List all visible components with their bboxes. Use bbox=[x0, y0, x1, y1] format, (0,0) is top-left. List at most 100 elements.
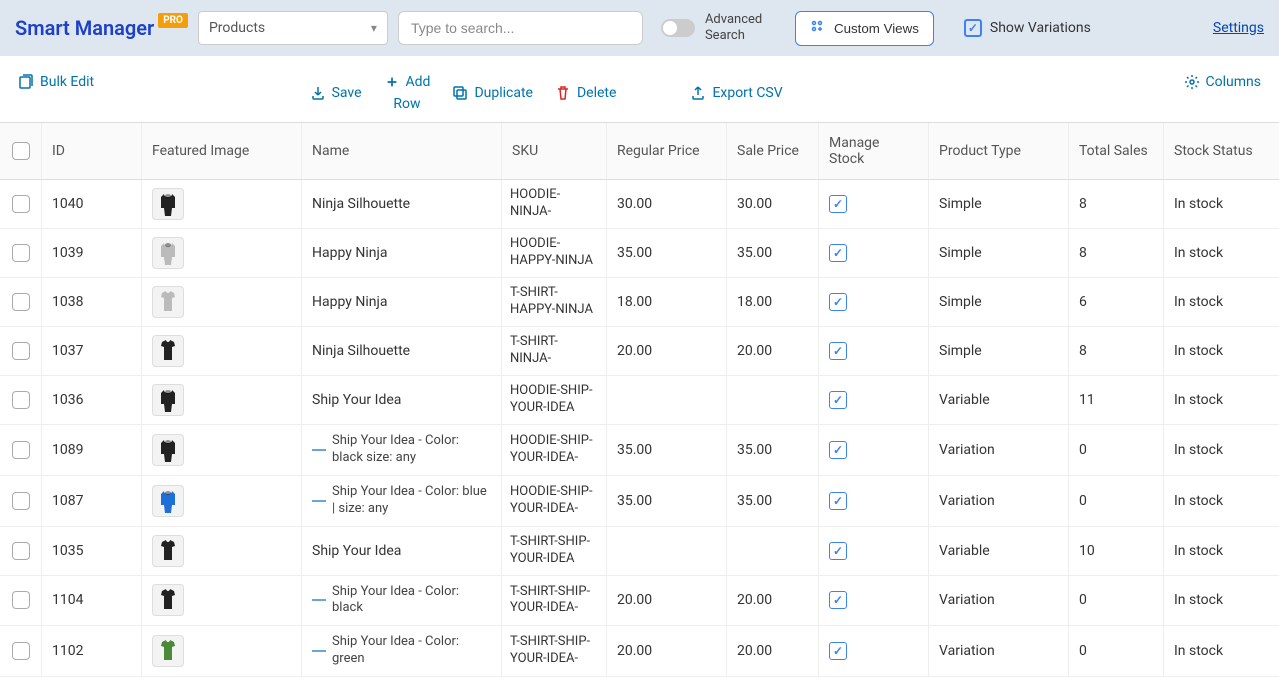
sale-price-cell[interactable]: 20.00 bbox=[727, 576, 819, 626]
stock-status-cell[interactable]: In stock bbox=[1164, 476, 1274, 526]
regular-price-cell[interactable]: 20.00 bbox=[607, 576, 727, 626]
product-type-cell[interactable]: Variation bbox=[929, 476, 1069, 526]
header-regular-price[interactable]: Regular Price bbox=[607, 123, 727, 179]
product-type-cell[interactable]: Variable bbox=[929, 376, 1069, 424]
regular-price-cell[interactable]: 35.00 bbox=[607, 476, 727, 526]
product-type-cell[interactable]: Simple bbox=[929, 327, 1069, 375]
regular-price-cell[interactable]: 20.00 bbox=[607, 626, 727, 676]
regular-price-cell[interactable]: 20.00 bbox=[607, 327, 727, 375]
delete-button[interactable]: Delete bbox=[555, 74, 616, 112]
total-sales-cell[interactable]: 8 bbox=[1069, 229, 1164, 277]
sku-cell[interactable]: T-SHIRT-NINJA- bbox=[502, 327, 607, 375]
id-cell[interactable]: 1036 bbox=[42, 376, 142, 424]
manage-stock-cell[interactable]: ✓ bbox=[819, 425, 929, 475]
featured-image-cell[interactable] bbox=[142, 376, 302, 424]
custom-views-button[interactable]: Custom Views bbox=[795, 11, 934, 46]
duplicate-button[interactable]: Duplicate bbox=[452, 74, 533, 112]
name-cell[interactable]: Ship Your Idea - Color: black bbox=[302, 576, 502, 626]
bulk-edit-button[interactable]: Bulk Edit bbox=[18, 74, 94, 90]
sku-cell[interactable]: HOODIE-SHIP-YOUR-IDEA- bbox=[502, 425, 607, 475]
header-manage-stock[interactable]: Manage Stock bbox=[819, 123, 929, 179]
product-type-cell[interactable]: Variation bbox=[929, 576, 1069, 626]
name-cell[interactable]: Ninja Silhouette bbox=[302, 327, 502, 375]
featured-image-cell[interactable] bbox=[142, 180, 302, 228]
add-row-button[interactable]: Add Row bbox=[384, 74, 431, 112]
manage-stock-cell[interactable]: ✓ bbox=[819, 278, 929, 326]
export-csv-button[interactable]: Export CSV bbox=[690, 74, 782, 112]
row-checkbox[interactable] bbox=[12, 591, 30, 609]
table-row[interactable]: 1035Ship Your IdeaT-SHIRT-SHIP-YOUR-IDEA… bbox=[0, 527, 1279, 576]
table-row[interactable]: 1089 Ship Your Idea - Color: black size: … bbox=[0, 425, 1279, 476]
table-row[interactable]: 1102 Ship Your Idea - Color: greenT-SHIRT… bbox=[0, 626, 1279, 677]
sku-cell[interactable]: T-SHIRT-SHIP-YOUR-IDEA- bbox=[502, 576, 607, 626]
regular-price-cell[interactable] bbox=[607, 376, 727, 424]
id-cell[interactable]: 1038 bbox=[42, 278, 142, 326]
sale-price-cell[interactable]: 18.00 bbox=[727, 278, 819, 326]
sku-cell[interactable]: T-SHIRT-SHIP-YOUR-IDEA- bbox=[502, 626, 607, 676]
id-cell[interactable]: 1089 bbox=[42, 425, 142, 475]
manage-stock-cell[interactable]: ✓ bbox=[819, 180, 929, 228]
id-cell[interactable]: 1040 bbox=[42, 180, 142, 228]
total-sales-cell[interactable]: 11 bbox=[1069, 376, 1164, 424]
name-cell[interactable]: Happy Ninja bbox=[302, 278, 502, 326]
header-id[interactable]: ID bbox=[42, 123, 142, 179]
total-sales-cell[interactable]: 8 bbox=[1069, 327, 1164, 375]
featured-image-cell[interactable] bbox=[142, 476, 302, 526]
row-checkbox[interactable] bbox=[12, 441, 30, 459]
save-button[interactable]: Save bbox=[310, 74, 362, 112]
product-type-cell[interactable]: Variation bbox=[929, 425, 1069, 475]
sku-cell[interactable]: HOODIE-NINJA- bbox=[502, 180, 607, 228]
manage-stock-checkbox[interactable]: ✓ bbox=[829, 342, 847, 360]
stock-status-cell[interactable]: In stock bbox=[1164, 425, 1274, 475]
manage-stock-cell[interactable]: ✓ bbox=[819, 327, 929, 375]
sku-cell[interactable]: HOODIE-HAPPY-NINJA bbox=[502, 229, 607, 277]
total-sales-cell[interactable]: 8 bbox=[1069, 180, 1164, 228]
name-cell[interactable]: Ship Your Idea - Color: blue | size: any bbox=[302, 476, 502, 526]
manage-stock-cell[interactable]: ✓ bbox=[819, 476, 929, 526]
id-cell[interactable]: 1104 bbox=[42, 576, 142, 626]
table-row[interactable]: 1039Happy NinjaHOODIE-HAPPY-NINJA35.0035… bbox=[0, 229, 1279, 278]
row-checkbox[interactable] bbox=[12, 342, 30, 360]
stock-status-cell[interactable]: In stock bbox=[1164, 626, 1274, 676]
featured-image-cell[interactable] bbox=[142, 425, 302, 475]
sale-price-cell[interactable]: 20.00 bbox=[727, 626, 819, 676]
sku-cell[interactable]: T-SHIRT-HAPPY-NINJA bbox=[502, 278, 607, 326]
manage-stock-checkbox[interactable]: ✓ bbox=[829, 293, 847, 311]
name-cell[interactable]: Ninja Silhouette bbox=[302, 180, 502, 228]
name-cell[interactable]: Ship Your Idea - Color: green bbox=[302, 626, 502, 676]
name-cell[interactable]: Ship Your Idea bbox=[302, 527, 502, 575]
stock-status-cell[interactable]: In stock bbox=[1164, 576, 1274, 626]
sale-price-cell[interactable] bbox=[727, 376, 819, 424]
settings-link[interactable]: Settings bbox=[1213, 20, 1264, 36]
row-checkbox[interactable] bbox=[12, 642, 30, 660]
featured-image-cell[interactable] bbox=[142, 626, 302, 676]
featured-image-cell[interactable] bbox=[142, 229, 302, 277]
sale-price-cell[interactable]: 20.00 bbox=[727, 327, 819, 375]
stock-status-cell[interactable]: In stock bbox=[1164, 527, 1274, 575]
name-cell[interactable]: Ship Your Idea - Color: black size: any bbox=[302, 425, 502, 475]
manage-stock-checkbox[interactable]: ✓ bbox=[829, 195, 847, 213]
manage-stock-cell[interactable]: ✓ bbox=[819, 626, 929, 676]
manage-stock-checkbox[interactable]: ✓ bbox=[829, 391, 847, 409]
row-checkbox[interactable] bbox=[12, 391, 30, 409]
product-type-cell[interactable]: Variable bbox=[929, 527, 1069, 575]
sale-price-cell[interactable]: 35.00 bbox=[727, 476, 819, 526]
name-cell[interactable]: Ship Your Idea bbox=[302, 376, 502, 424]
manage-stock-checkbox[interactable]: ✓ bbox=[829, 492, 847, 510]
table-row[interactable]: 1036Ship Your IdeaHOODIE-SHIP-YOUR-IDEA✓… bbox=[0, 376, 1279, 425]
manage-stock-checkbox[interactable]: ✓ bbox=[829, 642, 847, 660]
name-cell[interactable]: Happy Ninja bbox=[302, 229, 502, 277]
product-type-cell[interactable]: Simple bbox=[929, 229, 1069, 277]
id-cell[interactable]: 1035 bbox=[42, 527, 142, 575]
sale-price-cell[interactable]: 35.00 bbox=[727, 425, 819, 475]
manage-stock-cell[interactable]: ✓ bbox=[819, 576, 929, 626]
regular-price-cell[interactable]: 35.00 bbox=[607, 425, 727, 475]
total-sales-cell[interactable]: 10 bbox=[1069, 527, 1164, 575]
regular-price-cell[interactable]: 18.00 bbox=[607, 278, 727, 326]
select-all-checkbox[interactable] bbox=[12, 142, 30, 160]
sale-price-cell[interactable] bbox=[727, 527, 819, 575]
featured-image-cell[interactable] bbox=[142, 278, 302, 326]
sale-price-cell[interactable]: 35.00 bbox=[727, 229, 819, 277]
search-input[interactable] bbox=[398, 11, 643, 45]
id-cell[interactable]: 1102 bbox=[42, 626, 142, 676]
